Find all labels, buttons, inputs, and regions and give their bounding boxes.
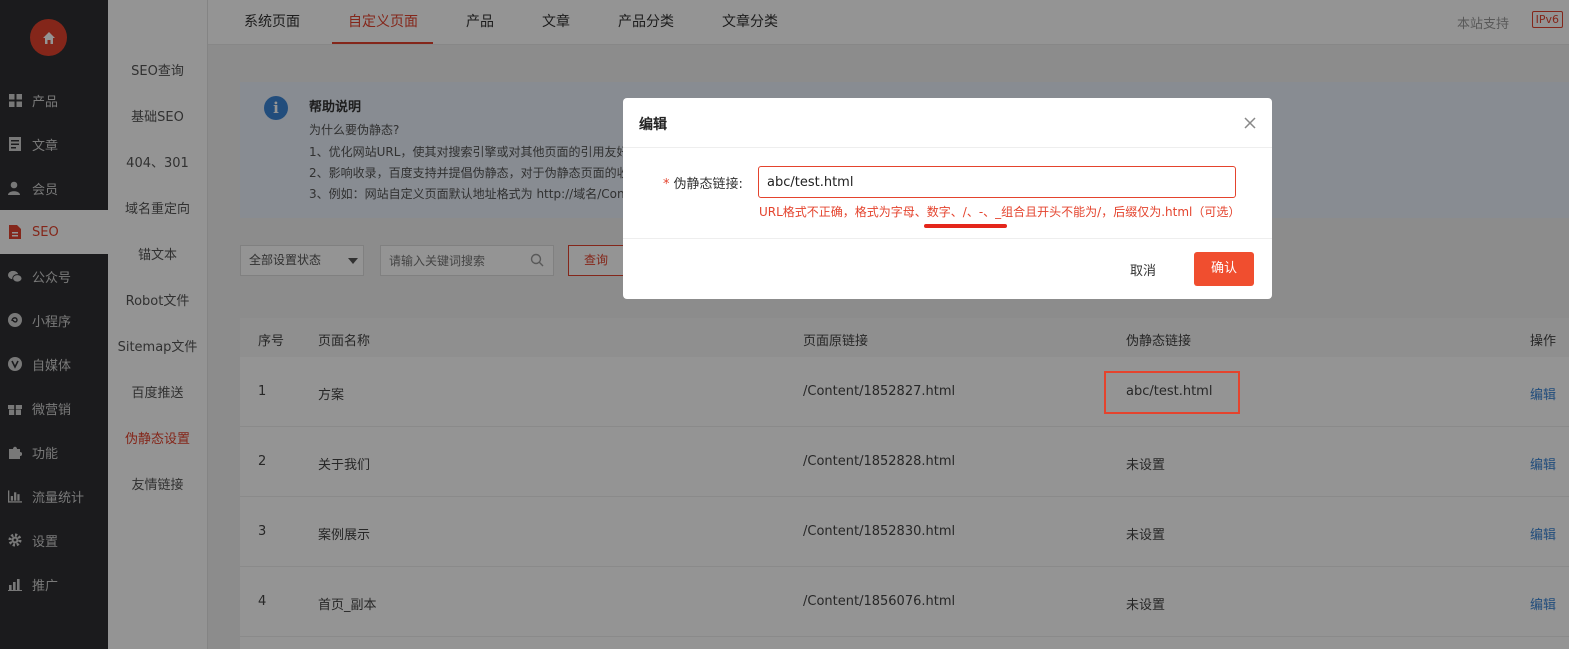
validation-error-text: URL格式不正确，格式为字母、数字、/、-、_组合且开头不能为/，后缀仅为.ht…	[759, 205, 1241, 219]
cancel-button[interactable]: 取消	[1130, 260, 1156, 279]
pseudo-link-label: * 伪静态链接:	[663, 173, 743, 192]
edit-dialog	[623, 98, 1272, 299]
dialog-divider	[623, 147, 1272, 148]
dialog-divider	[623, 238, 1272, 239]
annotation-underline	[924, 224, 1007, 228]
required-mark: *	[663, 177, 670, 192]
dialog-title: 编辑	[639, 117, 667, 133]
pseudo-link-input[interactable]	[758, 166, 1236, 198]
pseudo-link-label-text: 伪静态链接:	[673, 177, 743, 192]
close-icon[interactable]	[1242, 115, 1258, 131]
annotation-highlight-box	[1104, 371, 1240, 414]
confirm-button[interactable]: 确认	[1194, 252, 1254, 286]
